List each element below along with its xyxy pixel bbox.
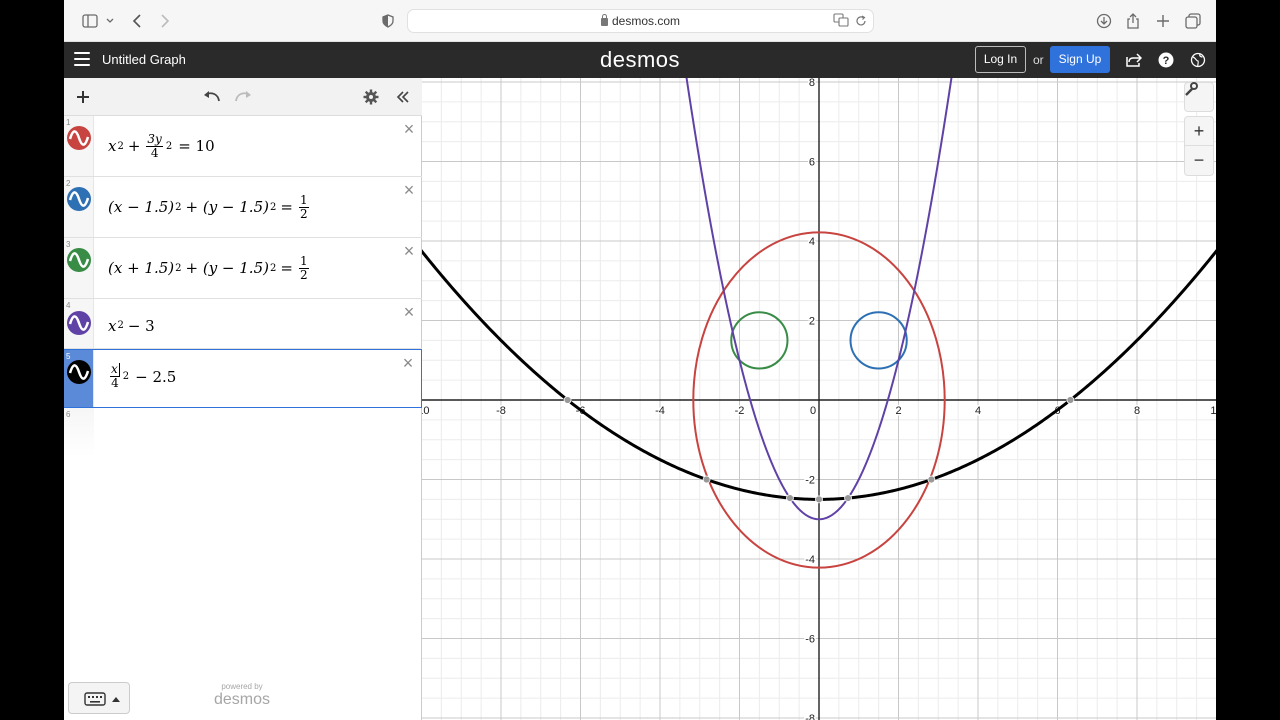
share-icon[interactable]	[1123, 11, 1143, 31]
graph-color-icon[interactable]	[67, 311, 91, 335]
x-tick-label: -2	[735, 405, 745, 417]
graph-canvas[interactable]: -10-8-6-4-202468108642-2-4-6-8 + −	[422, 78, 1216, 720]
expression-math-2[interactable]: (x − 1.5) 2 + (y − 1.5) 2 = 12	[108, 177, 311, 237]
x-tick-label: 4	[975, 405, 981, 417]
reload-icon[interactable]	[855, 14, 867, 32]
x-tick-label: 2	[895, 405, 901, 417]
graph-color-icon[interactable]	[67, 126, 91, 150]
expression-toolbar	[64, 78, 422, 116]
expression-math-5[interactable]: x42 − 2.5	[108, 350, 176, 407]
url-text: desmos.com	[611, 14, 681, 28]
delete-expression-icon[interactable]: ×	[400, 303, 418, 321]
powered-by-desmos[interactable]: powered by desmos	[209, 682, 275, 709]
desmos-header: Untitled Graph desmos Log In or Sign Up …	[64, 42, 1216, 78]
graph-title[interactable]: Untitled Graph	[102, 42, 186, 78]
expression-row-4[interactable]: 4 x2 − 3 ×	[64, 299, 422, 349]
y-tick-label: 4	[809, 236, 815, 248]
back-icon[interactable]	[127, 11, 147, 31]
point-of-interest	[786, 494, 794, 502]
point-of-interest	[702, 475, 711, 484]
y-tick-label: -6	[805, 634, 815, 646]
redo-icon[interactable]	[233, 87, 253, 107]
x-tick-label: 0	[810, 405, 816, 417]
shield-icon[interactable]	[378, 11, 398, 31]
share-graph-icon[interactable]	[1125, 51, 1143, 69]
expression-row-5[interactable]: 5 x42 − 2.5 ×	[64, 349, 422, 408]
expression-panel: 1 x2 + 3y 4 2 = 10 × 2 (x − 1.5) 2 + (y − 1…	[64, 78, 422, 720]
expression-math-1[interactable]: x2 + 3y 4 2 = 10	[108, 116, 215, 176]
add-item-icon[interactable]	[73, 87, 93, 107]
y-tick-label: -4	[805, 554, 815, 566]
expression-math-4[interactable]: x2 − 3	[108, 299, 155, 348]
browser-toolbar: desmos.com	[64, 0, 1216, 42]
translate-icon[interactable]	[833, 13, 849, 32]
delete-expression-icon[interactable]: ×	[400, 242, 418, 260]
screen: desmos.com Untitled Graph desmos Log In …	[64, 0, 1216, 720]
delete-expression-icon[interactable]: ×	[400, 181, 418, 199]
expression-row-1[interactable]: 1 x2 + 3y 4 2 = 10 ×	[64, 116, 422, 177]
expression-row-3[interactable]: 3 (x + 1.5) 2 + (y − 1.5) 2 = 12 ×	[64, 238, 422, 299]
expression-math-3[interactable]: (x + 1.5) 2 + (y − 1.5) 2 = 12	[108, 238, 311, 298]
download-icon[interactable]	[1094, 11, 1114, 31]
point-of-interest	[927, 475, 936, 484]
forward-icon[interactable]	[155, 11, 175, 31]
y-tick-label: 6	[809, 157, 815, 169]
zoom-out-button[interactable]: −	[1184, 146, 1214, 176]
y-tick-label: 2	[809, 316, 815, 328]
delete-expression-icon[interactable]: ×	[399, 354, 417, 372]
y-tick-label: 8	[809, 78, 815, 89]
x-tick-label: 10	[1210, 405, 1216, 417]
point-of-interest	[563, 396, 572, 404]
y-tick-label: -2	[805, 475, 815, 487]
collapse-panel-icon[interactable]	[393, 87, 413, 107]
tabs-icon[interactable]	[1183, 11, 1203, 31]
settings-gear-icon[interactable]	[361, 87, 381, 107]
x-tick-label: -8	[496, 405, 506, 417]
globe-icon[interactable]	[1189, 51, 1207, 69]
x-tick-label: -10	[422, 405, 429, 417]
graph-color-icon[interactable]	[67, 360, 91, 384]
help-icon[interactable]: ?	[1157, 51, 1175, 69]
point-of-interest	[844, 494, 852, 502]
chevron-down-icon[interactable]	[100, 11, 120, 31]
new-tab-icon[interactable]	[1153, 11, 1173, 31]
or-text: or	[1033, 53, 1044, 67]
graph-color-icon[interactable]	[67, 248, 91, 272]
x-tick-label: -4	[655, 405, 665, 417]
expression-row-2[interactable]: 2 (x − 1.5) 2 + (y − 1.5) 2 = 12 ×	[64, 177, 422, 238]
keyboard-icon	[84, 692, 120, 706]
svg-text:?: ?	[1163, 55, 1170, 67]
point-of-interest	[1066, 396, 1075, 404]
empty-expression-row[interactable]: 6	[64, 408, 94, 458]
graph-color-icon[interactable]	[67, 187, 91, 211]
address-bar[interactable]: desmos.com	[407, 9, 874, 33]
delete-expression-icon[interactable]: ×	[400, 120, 418, 138]
y-tick-label: -8	[805, 713, 815, 720]
x-tick-label: 8	[1134, 405, 1140, 417]
graph-settings-wrench-icon[interactable]	[1184, 82, 1214, 112]
graph-svg[interactable]: -10-8-6-4-202468108642-2-4-6-8	[422, 78, 1216, 720]
login-button[interactable]: Log In	[975, 46, 1026, 73]
undo-icon[interactable]	[202, 87, 222, 107]
point-of-interest	[815, 495, 823, 504]
graph-controls: + −	[1184, 82, 1214, 176]
sidebar-icon[interactable]	[80, 11, 100, 31]
signup-button[interactable]: Sign Up	[1050, 46, 1110, 73]
lock-icon	[600, 14, 608, 26]
keypad-toggle-button[interactable]	[68, 682, 130, 714]
zoom-in-button[interactable]: +	[1184, 116, 1214, 146]
menu-icon[interactable]	[74, 52, 90, 66]
